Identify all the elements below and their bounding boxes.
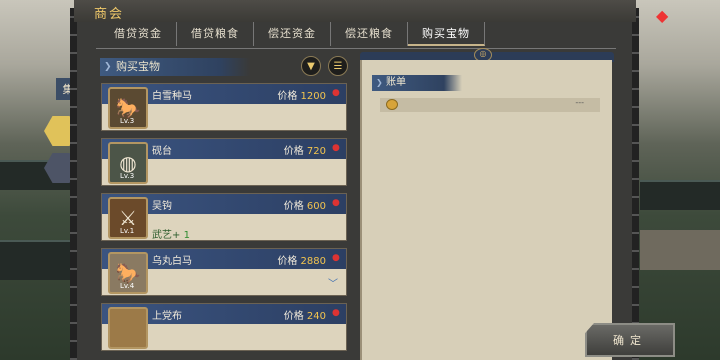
list-item[interactable]: 🐎 Lv.3 白雪种马 价格 1200 ● <box>101 83 347 131</box>
chevron-down-icon[interactable]: ﹀ <box>328 275 338 290</box>
list-item[interactable]: 🐎 Lv.4 乌丸白马 价格 2880 ● ﹀ <box>101 248 347 296</box>
item-level: Lv.1 <box>120 227 135 235</box>
list-header: 购买宝物 <box>100 58 250 76</box>
item-name: 乌丸白马 <box>152 256 192 267</box>
horse-icon: 🐎 Lv.4 <box>108 252 148 294</box>
title-bar <box>74 0 636 22</box>
sort-button[interactable]: ☰ <box>328 56 348 76</box>
scenery-wall <box>640 230 720 270</box>
coin-icon <box>386 99 398 110</box>
filter-icon: ▼ <box>307 60 315 72</box>
item-level: Lv.4 <box>120 282 135 290</box>
ledger-header: 账单 <box>372 75 462 91</box>
info-icon[interactable]: ● <box>332 199 341 208</box>
page-title: 商会 <box>94 7 125 22</box>
inkstone-icon: ◍ Lv.3 <box>108 142 148 184</box>
item-name: 砚台 <box>152 146 172 157</box>
info-icon[interactable]: ● <box>332 89 341 98</box>
sort-icon: ☰ <box>333 60 343 72</box>
scenery-roof <box>0 240 80 280</box>
item-price: 价格 240 <box>283 311 326 322</box>
tab-repay-funds[interactable]: 偿还资金 <box>254 22 331 46</box>
filter-button[interactable]: ▼ <box>301 56 321 76</box>
tab-bar: 借贷资金 借贷粮食 偿还资金 偿还粮食 购买宝物 <box>100 22 485 48</box>
item-name: 吴钩 <box>152 201 172 212</box>
item-level: Lv.3 <box>120 117 135 125</box>
list-item[interactable]: 上党布 价格 240 ● <box>101 303 347 351</box>
info-icon[interactable]: ● <box>332 309 341 318</box>
tab-borrow-grain[interactable]: 借贷粮食 <box>177 22 254 46</box>
horse-icon: 🐎 Lv.3 <box>108 87 148 129</box>
item-name: 上党布 <box>152 311 182 322</box>
ledger-value: --- <box>575 98 584 107</box>
confirm-button[interactable]: 确定 <box>585 323 675 357</box>
item-level: Lv.3 <box>120 172 135 180</box>
tab-borrow-funds[interactable]: 借贷资金 <box>100 22 177 46</box>
ledger-row: --- <box>380 98 600 112</box>
item-name: 白雪种马 <box>152 91 192 102</box>
list-item[interactable]: ⚔ Lv.1 吴钩 价格 600 ● 武艺+ 1 <box>101 193 347 241</box>
tab-repay-grain[interactable]: 偿还粮食 <box>331 22 408 46</box>
info-icon[interactable]: ● <box>332 254 341 263</box>
item-price: 价格 720 <box>283 146 326 157</box>
treasure-list[interactable]: 🐎 Lv.3 白雪种马 价格 1200 ● ◍ Lv.3 砚台 价格 720 ● ⚔… <box>101 83 347 360</box>
list-item[interactable]: ◍ Lv.3 砚台 价格 720 ● <box>101 138 347 186</box>
item-price: 价格 600 <box>283 201 326 212</box>
chain-left <box>70 8 77 360</box>
tab-buy-treasure[interactable]: 购买宝物 <box>408 22 485 46</box>
item-stat: 武艺+ 1 <box>152 230 190 241</box>
chain-right <box>632 8 639 360</box>
item-price: 价格 2880 <box>277 256 326 267</box>
scenery-roof <box>640 180 720 210</box>
sword-icon: ⚔ Lv.1 <box>108 197 148 239</box>
cloth-icon <box>108 307 148 349</box>
tab-divider <box>96 48 616 49</box>
kite-icon[interactable]: ◆ <box>656 6 676 26</box>
info-icon[interactable]: ● <box>332 144 341 153</box>
item-price: 价格 1200 <box>277 91 326 102</box>
